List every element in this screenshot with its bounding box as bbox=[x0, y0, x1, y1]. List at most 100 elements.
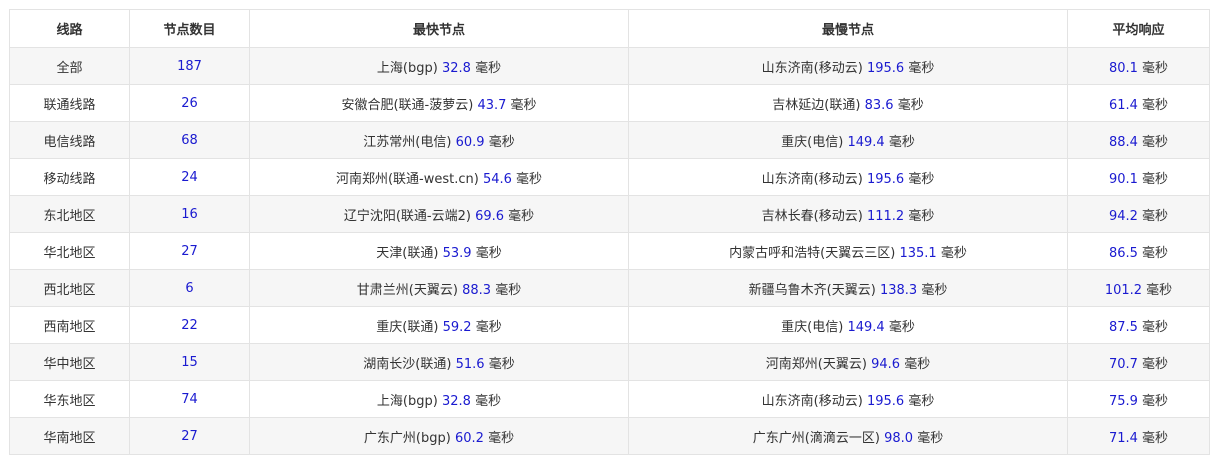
unit-label: 毫秒 bbox=[488, 356, 515, 372]
unit-label: 毫秒 bbox=[908, 60, 935, 76]
header-node-count: 节点数目 bbox=[129, 9, 250, 48]
cell-slowest-node: 内蒙古呼和浩特(天翼云三区) 135.1 毫秒 bbox=[628, 232, 1068, 270]
cell-average-response: 80.1 毫秒 bbox=[1067, 47, 1210, 85]
table-row: 移动线路 24 河南郑州(联通-west.cn) 54.6 毫秒 山东济南(移动云) … bbox=[9, 158, 1210, 196]
fastest-node-ms: 32.8 bbox=[441, 60, 471, 76]
cell-slowest-node: 广东广州(滴滴云一区) 98.0 毫秒 bbox=[628, 417, 1068, 455]
fastest-node-name: 上海(bgp) bbox=[376, 60, 438, 76]
unit-label: 毫秒 bbox=[888, 319, 915, 335]
slowest-node-name: 广东广州(滴滴云一区) bbox=[752, 430, 880, 446]
average-ms: 90.1 bbox=[1108, 171, 1138, 187]
node-count: 68 bbox=[181, 132, 198, 148]
average-ms: 80.1 bbox=[1108, 60, 1138, 76]
cell-average-response: 75.9 毫秒 bbox=[1067, 380, 1210, 418]
cell-average-response: 87.5 毫秒 bbox=[1067, 306, 1210, 344]
cell-line: 联通线路 bbox=[9, 84, 130, 122]
cell-average-response: 101.2 毫秒 bbox=[1067, 269, 1210, 307]
table-row: 联通线路 26 安徽合肥(联通-菠萝云) 43.7 毫秒 吉林延边(联通) 83.6 … bbox=[9, 84, 1210, 122]
cell-fastest-node: 安徽合肥(联通-菠萝云) 43.7 毫秒 bbox=[249, 84, 629, 122]
fastest-node-ms: 88.3 bbox=[462, 282, 492, 298]
average-ms: 70.7 bbox=[1108, 356, 1138, 372]
node-count: 15 bbox=[181, 354, 198, 370]
fastest-node-name: 甘肃兰州(天翼云) bbox=[356, 282, 458, 298]
unit-label: 毫秒 bbox=[1142, 356, 1169, 372]
cell-node-count: 15 bbox=[129, 343, 250, 381]
unit-label: 毫秒 bbox=[475, 319, 502, 335]
cell-fastest-node: 河南郑州(联通-west.cn) 54.6 毫秒 bbox=[249, 158, 629, 196]
average-ms: 101.2 bbox=[1104, 282, 1143, 298]
cell-node-count: 74 bbox=[129, 380, 250, 418]
line-name: 移动线路 bbox=[43, 171, 96, 187]
cell-node-count: 187 bbox=[129, 47, 250, 85]
unit-label: 毫秒 bbox=[908, 171, 935, 187]
header-fastest-node: 最快节点 bbox=[249, 9, 629, 48]
average-ms: 75.9 bbox=[1108, 393, 1138, 409]
unit-label: 毫秒 bbox=[1142, 60, 1169, 76]
node-count: 26 bbox=[181, 95, 198, 111]
cell-line: 东北地区 bbox=[9, 195, 130, 233]
fastest-node-ms: 51.6 bbox=[455, 356, 485, 372]
slowest-node-ms: 83.6 bbox=[864, 97, 894, 113]
cell-line: 移动线路 bbox=[9, 158, 130, 196]
fastest-node-ms: 69.6 bbox=[475, 208, 505, 224]
line-name: 联通线路 bbox=[43, 97, 96, 113]
unit-label: 毫秒 bbox=[908, 393, 935, 409]
fastest-node-ms: 59.2 bbox=[442, 319, 472, 335]
average-ms: 87.5 bbox=[1108, 319, 1138, 335]
table-row: 西北地区 6 甘肃兰州(天翼云) 88.3 毫秒 新疆乌鲁木齐(天翼云) 138.3 … bbox=[9, 269, 1210, 307]
table-body: 全部 187 上海(bgp) 32.8 毫秒 山东济南(移动云) 195.6 毫秒 80… bbox=[9, 47, 1210, 455]
slowest-node-ms: 195.6 bbox=[866, 393, 905, 409]
slowest-node-name: 河南郑州(天翼云) bbox=[765, 356, 867, 372]
slowest-node-name: 重庆(电信) bbox=[781, 134, 844, 150]
table-row: 华中地区 15 湖南长沙(联通) 51.6 毫秒 河南郑州(天翼云) 94.6 毫秒 7… bbox=[9, 343, 1210, 381]
cell-average-response: 94.2 毫秒 bbox=[1067, 195, 1210, 233]
cell-slowest-node: 重庆(电信) 149.4 毫秒 bbox=[628, 306, 1068, 344]
node-count: 27 bbox=[181, 428, 198, 444]
cell-average-response: 88.4 毫秒 bbox=[1067, 121, 1210, 159]
fastest-node-name: 河南郑州(联通-west.cn) bbox=[335, 171, 479, 187]
unit-label: 毫秒 bbox=[475, 393, 502, 409]
cell-fastest-node: 辽宁沈阳(联通-云端2) 69.6 毫秒 bbox=[249, 195, 629, 233]
table-row: 西南地区 22 重庆(联通) 59.2 毫秒 重庆(电信) 149.4 毫秒 87.5 … bbox=[9, 306, 1210, 344]
slowest-node-name: 重庆(电信) bbox=[781, 319, 844, 335]
fastest-node-name: 上海(bgp) bbox=[376, 393, 438, 409]
fastest-node-name: 辽宁沈阳(联通-云端2) bbox=[343, 208, 471, 224]
average-ms: 71.4 bbox=[1108, 430, 1138, 446]
fastest-node-name: 江苏常州(电信) bbox=[363, 134, 452, 150]
unit-label: 毫秒 bbox=[516, 171, 543, 187]
fastest-node-name: 安徽合肥(联通-菠萝云) bbox=[341, 97, 474, 113]
line-name: 全部 bbox=[56, 60, 83, 76]
line-name: 西北地区 bbox=[43, 282, 96, 298]
slowest-node-ms: 195.6 bbox=[866, 60, 905, 76]
unit-label: 毫秒 bbox=[917, 430, 944, 446]
cell-node-count: 27 bbox=[129, 417, 250, 455]
cell-line: 华中地区 bbox=[9, 343, 130, 381]
fastest-node-ms: 60.9 bbox=[455, 134, 485, 150]
cell-node-count: 22 bbox=[129, 306, 250, 344]
cell-average-response: 90.1 毫秒 bbox=[1067, 158, 1210, 196]
fastest-node-ms: 43.7 bbox=[477, 97, 507, 113]
cell-line: 华南地区 bbox=[9, 417, 130, 455]
cell-node-count: 16 bbox=[129, 195, 250, 233]
slowest-node-ms: 135.1 bbox=[899, 245, 937, 261]
cell-fastest-node: 湖南长沙(联通) 51.6 毫秒 bbox=[249, 343, 629, 381]
line-name: 东北地区 bbox=[43, 208, 96, 224]
cell-fastest-node: 重庆(联通) 59.2 毫秒 bbox=[249, 306, 629, 344]
table-row: 华北地区 27 天津(联通) 53.9 毫秒 内蒙古呼和浩特(天翼云三区) 135.1… bbox=[9, 232, 1210, 270]
cell-average-response: 71.4 毫秒 bbox=[1067, 417, 1210, 455]
cell-average-response: 70.7 毫秒 bbox=[1067, 343, 1210, 381]
fastest-node-ms: 53.9 bbox=[442, 245, 472, 261]
slowest-node-name: 山东济南(移动云) bbox=[761, 60, 863, 76]
slowest-node-name: 内蒙古呼和浩特(天翼云三区) bbox=[729, 245, 896, 261]
unit-label: 毫秒 bbox=[940, 245, 967, 261]
slowest-node-ms: 138.3 bbox=[879, 282, 918, 298]
node-count: 74 bbox=[181, 391, 198, 407]
slowest-node-name: 吉林延边(联通) bbox=[772, 97, 861, 113]
unit-label: 毫秒 bbox=[1142, 134, 1169, 150]
line-name: 电信线路 bbox=[43, 134, 96, 150]
unit-label: 毫秒 bbox=[1142, 430, 1169, 446]
unit-label: 毫秒 bbox=[1142, 97, 1169, 113]
fastest-node-ms: 32.8 bbox=[441, 393, 471, 409]
cell-fastest-node: 上海(bgp) 32.8 毫秒 bbox=[249, 47, 629, 85]
node-count: 16 bbox=[181, 206, 198, 222]
